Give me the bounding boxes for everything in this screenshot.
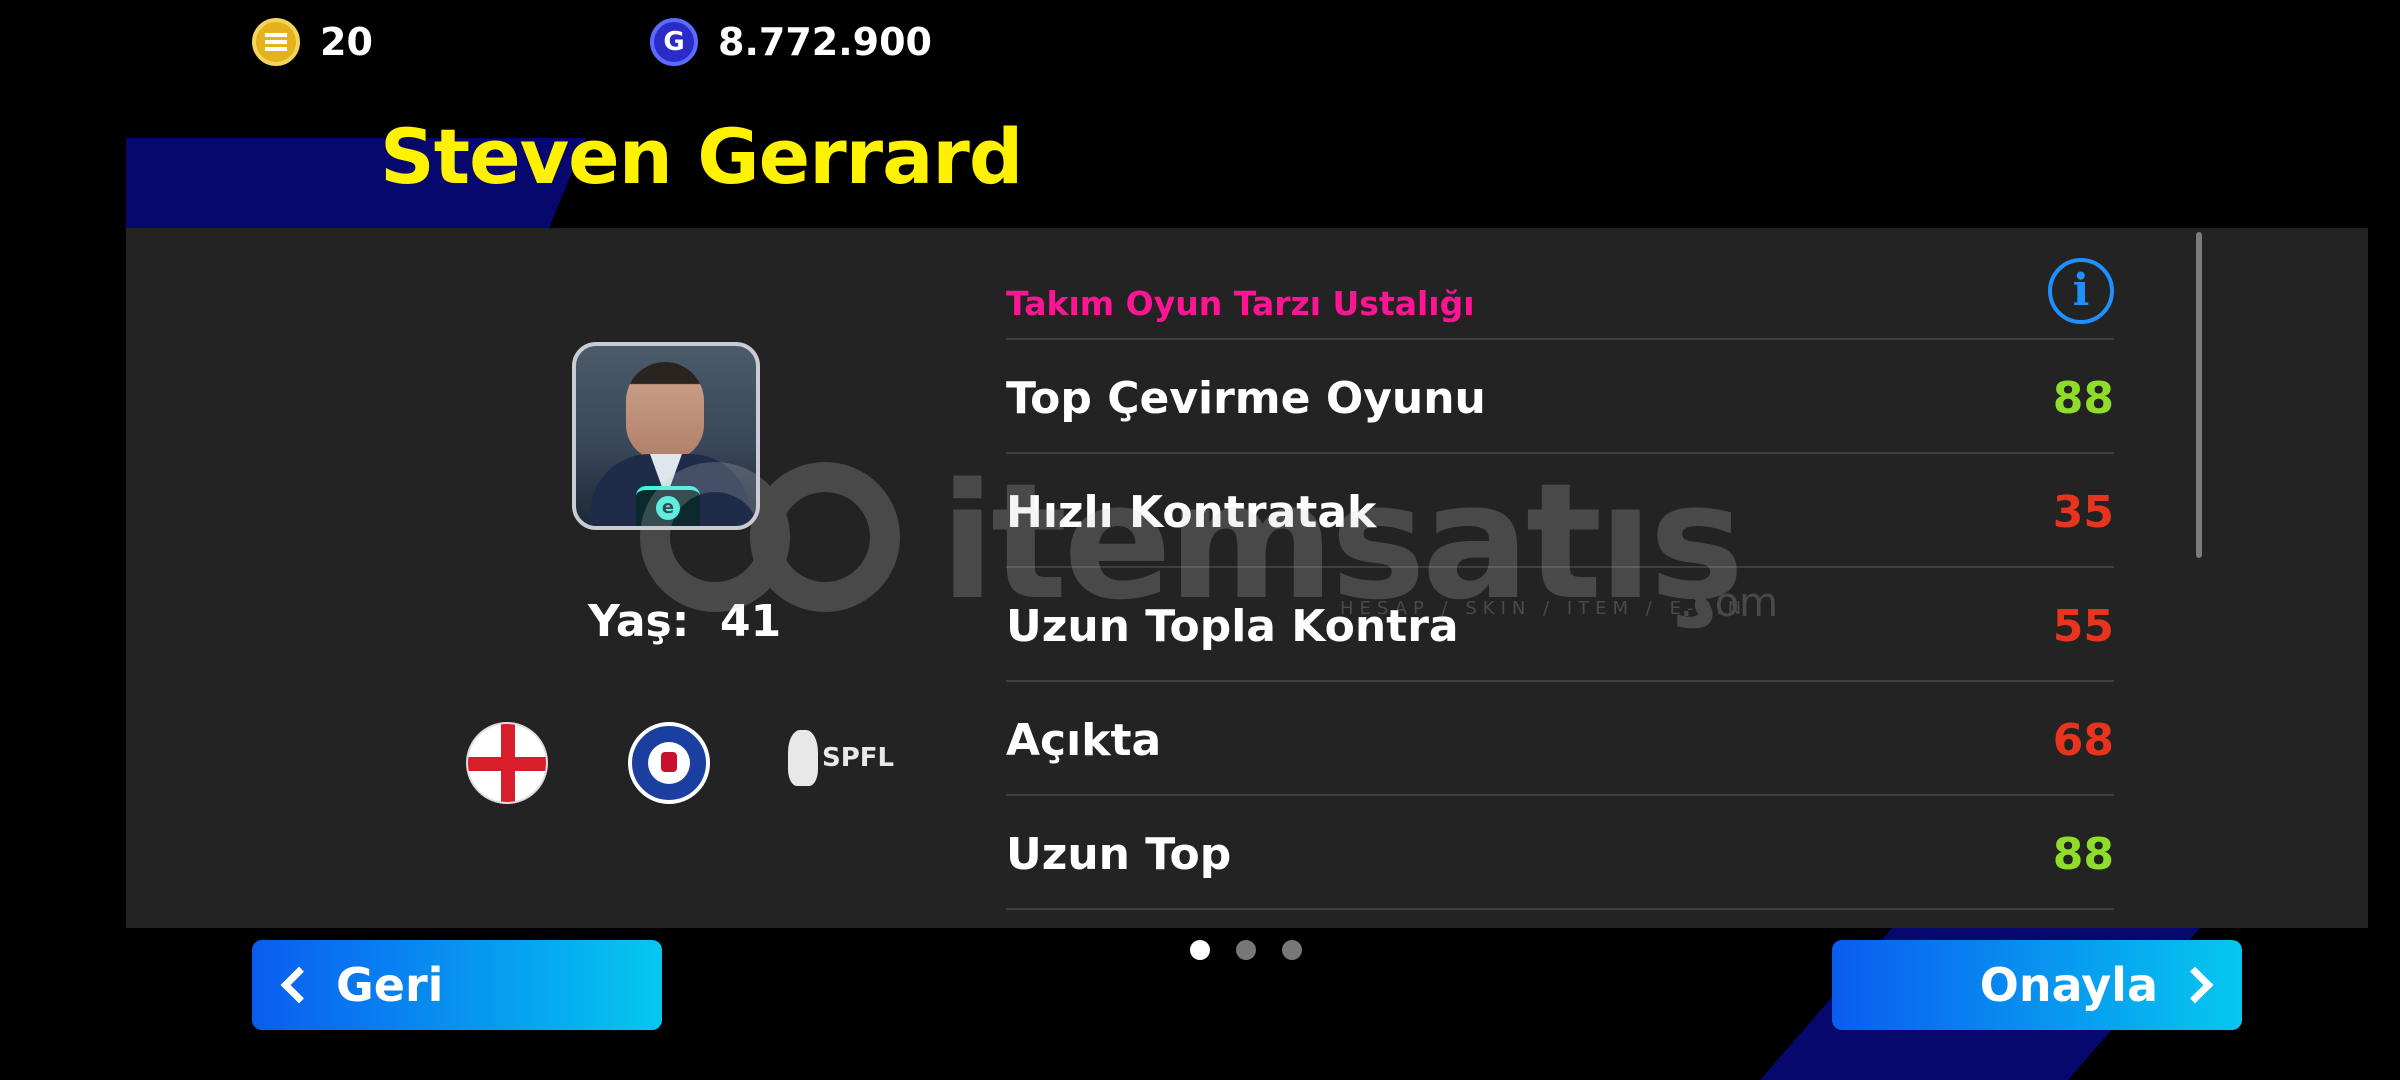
page-indicator bbox=[1190, 940, 1302, 960]
stat-label: Hızlı Kontratak bbox=[1006, 486, 1377, 538]
confirm-button[interactable]: Onayla bbox=[1832, 940, 2242, 1030]
stat-value: 68 bbox=[2052, 714, 2114, 766]
stat-label: Uzun Topla Kontra bbox=[1006, 600, 1459, 652]
page-dot[interactable] bbox=[1236, 940, 1256, 960]
gp-balance[interactable]: G 8.772.900 bbox=[650, 18, 932, 66]
chevron-left-icon bbox=[280, 966, 318, 1004]
gp-icon: G bbox=[650, 18, 698, 66]
stat-value: 35 bbox=[2052, 486, 2114, 538]
back-button[interactable]: Geri bbox=[252, 940, 662, 1030]
spfl-logo-icon: SPFL bbox=[788, 730, 894, 786]
league-text: SPFL bbox=[822, 743, 895, 773]
stat-row: Açıkta 68 bbox=[1006, 684, 2114, 796]
age-value: 41 bbox=[719, 596, 782, 647]
stat-row: Uzun Top 88 bbox=[1006, 798, 2114, 910]
divider bbox=[1006, 452, 2114, 454]
stat-label: Top Çevirme Oyunu bbox=[1006, 372, 1486, 424]
chevron-right-icon bbox=[2176, 966, 2214, 1004]
coin-value: 20 bbox=[320, 20, 373, 64]
section-title: Takım Oyun Tarzı Ustalığı bbox=[1006, 284, 1475, 323]
divider bbox=[1006, 794, 2114, 796]
divider bbox=[1006, 908, 2114, 910]
coin-balance[interactable]: 20 bbox=[252, 18, 373, 66]
efootball-coin-icon bbox=[252, 18, 300, 66]
stat-label: Uzun Top bbox=[1006, 828, 1232, 880]
back-label: Geri bbox=[336, 958, 444, 1012]
page-dot[interactable] bbox=[1282, 940, 1302, 960]
confirm-label: Onayla bbox=[1979, 958, 2158, 1012]
stat-value: 88 bbox=[2052, 828, 2114, 880]
player-name: Steven Gerrard bbox=[380, 112, 1023, 201]
page-dot[interactable] bbox=[1190, 940, 1210, 960]
stat-value: 55 bbox=[2052, 600, 2114, 652]
england-flag-icon bbox=[466, 722, 548, 804]
player-detail-panel: e Yaş: 41 SPFL Takım Oyun Tarzı Ustalığı… bbox=[126, 228, 2368, 928]
stat-value: 88 bbox=[2052, 372, 2114, 424]
player-avatar: e bbox=[572, 342, 760, 530]
player-age: Yaş: 41 bbox=[588, 596, 781, 647]
gp-value: 8.772.900 bbox=[718, 20, 932, 64]
age-label: Yaş: bbox=[588, 596, 690, 647]
scrollbar[interactable] bbox=[2196, 232, 2202, 558]
divider bbox=[1006, 680, 2114, 682]
stat-row: Uzun Topla Kontra 55 bbox=[1006, 570, 2114, 682]
rangers-fc-crest-icon bbox=[628, 722, 710, 804]
stat-label: Açıkta bbox=[1006, 714, 1162, 766]
divider bbox=[1006, 338, 2114, 340]
top-bar: 20 G 8.772.900 bbox=[0, 0, 2400, 84]
stat-row: Hızlı Kontratak 35 bbox=[1006, 456, 2114, 568]
stat-row: Top Çevirme Oyunu 88 bbox=[1006, 342, 2114, 454]
divider bbox=[1006, 566, 2114, 568]
info-icon[interactable]: i bbox=[2048, 258, 2114, 324]
